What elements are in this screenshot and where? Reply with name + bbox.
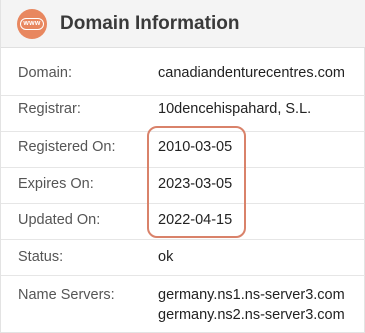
row-value: ok (158, 249, 174, 265)
row-label: Name Servers: (18, 287, 115, 303)
row-domain: Domain: canadiandenturecentres.com (1, 48, 365, 96)
name-server-1: germany.ns1.ns-server3.com (158, 287, 345, 303)
row-status: Status: ok (1, 240, 365, 276)
row-label: Domain: (18, 65, 72, 81)
domain-info-card: www Domain Information Domain: canadiand… (0, 0, 365, 333)
card-title: Domain Information (60, 13, 240, 34)
row-label: Status: (18, 249, 64, 265)
row-label: Registered On: (18, 139, 116, 155)
row-label: Updated On: (18, 212, 101, 228)
row-name-servers: Name Servers: germany.ns1.ns-server3.com… (1, 276, 365, 333)
name-server-2: germany.ns2.ns-server3.com (158, 307, 345, 323)
card-header: www Domain Information (1, 0, 365, 48)
row-value: 10dencehispahard, S.L. (158, 101, 312, 117)
www-icon-text: www (23, 20, 41, 27)
row-label: Registrar: (18, 101, 81, 117)
row-value: canadiandenturecentres.com (158, 65, 346, 81)
name-servers-list: germany.ns1.ns-server3.com germany.ns2.n… (158, 285, 345, 325)
dates-highlight-box (147, 126, 246, 238)
row-label: Expires On: (18, 176, 94, 192)
www-icon: www (17, 9, 47, 39)
